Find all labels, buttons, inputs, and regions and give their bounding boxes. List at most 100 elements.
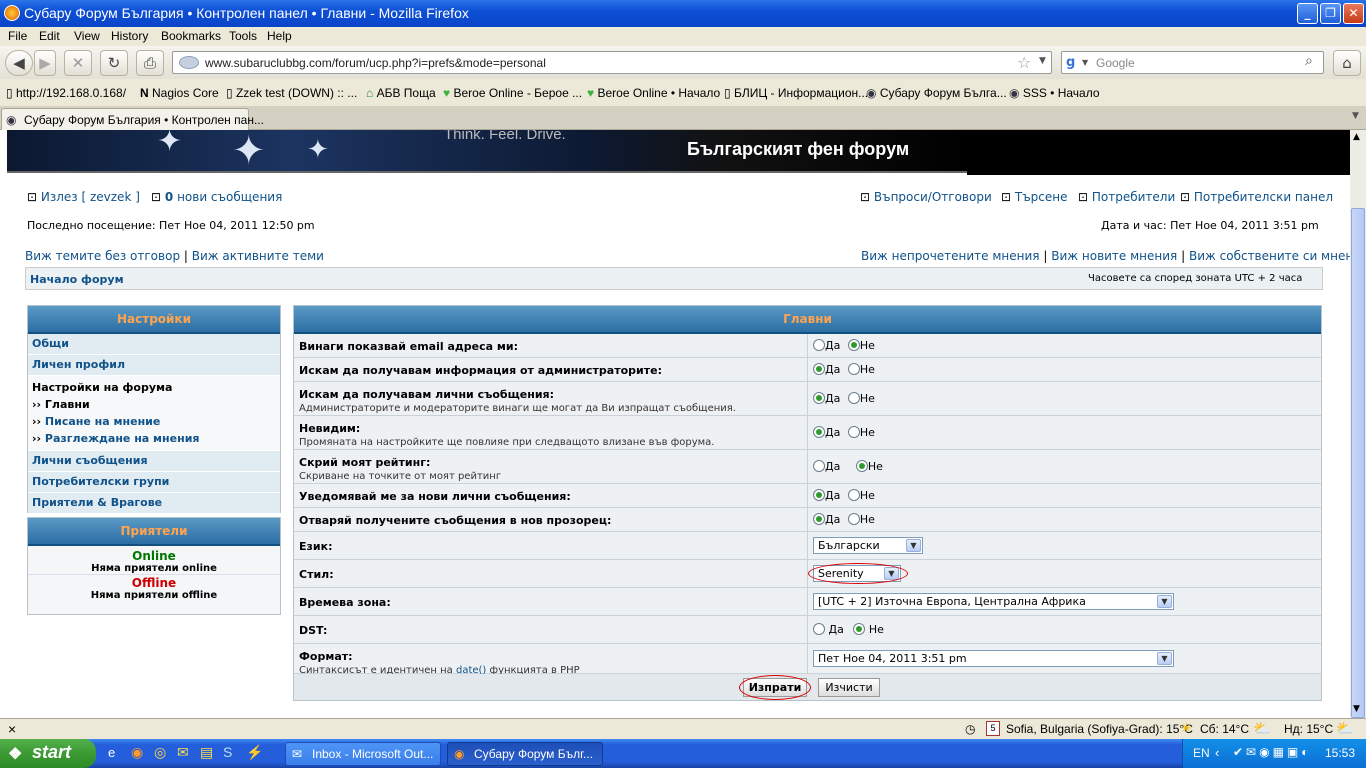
menu-tools[interactable]: Tools bbox=[229, 29, 257, 43]
menu-edit[interactable]: Edit bbox=[39, 29, 60, 43]
timezone-select[interactable]: [UTC + 2] Източна Европа, Централна Афри… bbox=[813, 593, 1174, 610]
language-indicator[interactable]: EN bbox=[1193, 746, 1210, 760]
sidebar-subitem-general[interactable]: ›› Главни bbox=[32, 396, 280, 413]
search-go-icon[interactable]: ⌕ bbox=[1305, 53, 1313, 69]
back-icon[interactable]: ◀ bbox=[5, 50, 33, 76]
sidebar-subitem-posting[interactable]: ›› Писане на мнение bbox=[32, 413, 280, 430]
minimize-button[interactable]: _ bbox=[1297, 3, 1318, 24]
menu-view[interactable]: View bbox=[74, 29, 100, 43]
radio-yes[interactable] bbox=[813, 339, 825, 351]
folder-icon[interactable]: ▤ bbox=[200, 744, 213, 761]
radio-yes[interactable] bbox=[813, 513, 825, 525]
menu-bookmarks[interactable]: Bookmarks bbox=[161, 29, 221, 43]
search-link[interactable]: ⊡ Търсене bbox=[1001, 190, 1068, 204]
sidebar-item-profile[interactable]: Личен профил bbox=[28, 355, 280, 376]
task-outlook[interactable]: ✉ Inbox - Microsoft Out... bbox=[285, 742, 441, 766]
bookmark-star-icon[interactable]: ☆ bbox=[1017, 53, 1031, 72]
tray-icons[interactable]: ✔✉◉▦▣◐ bbox=[1233, 745, 1312, 759]
skype-icon[interactable]: S bbox=[223, 744, 232, 760]
new-posts-link[interactable]: Виж новите мнения bbox=[1051, 249, 1177, 263]
start-button[interactable]: ❖ start bbox=[0, 739, 96, 768]
weather-sunday[interactable]: Нд: 15°C bbox=[1284, 722, 1333, 736]
url-bar[interactable]: www.subaruclubbg.com/forum/ucp.php?i=pre… bbox=[172, 51, 1052, 74]
media-icon[interactable]: ◎ bbox=[154, 744, 166, 761]
bookmark-item[interactable]: ♥ Beroe Online • Начало bbox=[587, 86, 720, 100]
search-bar[interactable]: g ▼ Google ⌕ bbox=[1061, 51, 1324, 74]
url-text[interactable]: www.subaruclubbg.com/forum/ucp.php?i=pre… bbox=[205, 56, 546, 70]
members-link[interactable]: ⊡ Потребители bbox=[1078, 190, 1175, 204]
active-topics-link[interactable]: Виж активните теми bbox=[192, 249, 324, 263]
page-scrollbar[interactable]: ▲ ▼ bbox=[1350, 130, 1366, 718]
url-dropdown-icon[interactable]: ▼ bbox=[1039, 56, 1046, 66]
ie-icon[interactable]: e bbox=[108, 745, 115, 760]
bookmark-item[interactable]: ♥ Beroe Online - Берое ... bbox=[443, 86, 582, 100]
stop-icon[interactable]: ✕ bbox=[64, 50, 92, 76]
tab-subaru-forum[interactable]: ◉ Субару Форум България • Контролен пан.… bbox=[1, 108, 264, 131]
bookmark-item[interactable]: ⌂ АБВ Поща bbox=[366, 86, 436, 100]
own-posts-link[interactable]: Виж собствените си мнения bbox=[1189, 249, 1350, 263]
radio-yes[interactable] bbox=[813, 489, 825, 501]
task-firefox[interactable]: ◉ Субару Форум Бълг... bbox=[447, 742, 603, 766]
forum-banner[interactable]: ✦ ✦ ✦ Think. Feel. Drive. Българският фе… bbox=[7, 130, 967, 174]
firefox-icon[interactable]: ◉ bbox=[131, 744, 143, 761]
print-icon[interactable]: ⎙ bbox=[136, 50, 164, 76]
radio-yes[interactable] bbox=[813, 623, 825, 635]
sidebar-item-board-prefs[interactable]: Настройки на форума bbox=[32, 379, 280, 396]
app-icon[interactable]: ⚡ bbox=[246, 744, 263, 761]
search-input[interactable]: Google bbox=[1096, 56, 1135, 70]
radio-no[interactable] bbox=[847, 339, 860, 351]
bookmark-item[interactable]: ▯ http://192.168.0.168/ bbox=[6, 86, 126, 100]
maximize-button[interactable]: ❐ bbox=[1320, 3, 1341, 24]
radio-no[interactable] bbox=[847, 363, 860, 375]
new-messages-link[interactable]: ⊡ 0 нови съобщения bbox=[151, 190, 282, 204]
radio-no[interactable] bbox=[847, 513, 860, 525]
radio-no[interactable] bbox=[847, 426, 860, 438]
reset-button[interactable]: Изчисти bbox=[818, 678, 880, 697]
weather-current[interactable]: Sofia, Bulgaria (Sofiya-Grad): 15°C bbox=[1006, 722, 1193, 736]
radio-yes[interactable] bbox=[813, 392, 825, 404]
menu-file[interactable]: File bbox=[8, 29, 27, 43]
menu-history[interactable]: History bbox=[111, 29, 148, 43]
tray-expand-icon[interactable]: ‹ bbox=[1215, 745, 1219, 760]
forum-index-link[interactable]: Начало форум bbox=[30, 273, 124, 286]
radio-no[interactable] bbox=[847, 392, 860, 404]
bookmark-item[interactable]: N Nagios Core bbox=[140, 86, 219, 100]
engine-dropdown-icon[interactable]: ▼ bbox=[1082, 58, 1088, 67]
reload-icon[interactable]: ↻ bbox=[100, 50, 128, 76]
radio-no[interactable] bbox=[847, 489, 860, 501]
close-button[interactable]: ✕ bbox=[1343, 3, 1364, 24]
clock[interactable]: 15:53 bbox=[1325, 746, 1355, 760]
scroll-down-icon[interactable]: ▼ bbox=[1353, 704, 1360, 714]
home-icon[interactable]: ⌂ bbox=[1333, 50, 1361, 76]
sidebar-item-pm[interactable]: Лични съобщения bbox=[28, 451, 280, 472]
scroll-up-icon[interactable]: ▲ bbox=[1353, 132, 1360, 142]
tab-list-icon[interactable]: ▼ bbox=[1352, 111, 1359, 121]
forward-icon[interactable]: ▶ bbox=[34, 50, 56, 76]
google-engine-icon[interactable]: g bbox=[1066, 55, 1075, 70]
outlook-icon[interactable]: ✉ bbox=[177, 744, 189, 761]
bookmark-item[interactable]: ◉ SSS • Начало bbox=[1009, 86, 1100, 100]
radio-yes[interactable] bbox=[813, 426, 825, 438]
faq-link[interactable]: ⊡ Въпроси/Отговори bbox=[860, 190, 992, 204]
sidebar-item-groups[interactable]: Потребителски групи bbox=[28, 472, 280, 493]
unread-link[interactable]: Виж непрочетените мнения bbox=[861, 249, 1040, 263]
scrollbar-thumb[interactable] bbox=[1351, 208, 1365, 718]
radio-yes[interactable] bbox=[813, 460, 825, 472]
language-select[interactable]: Български ▼ bbox=[813, 537, 923, 554]
radio-no[interactable] bbox=[853, 623, 866, 635]
site-identity-icon[interactable] bbox=[179, 56, 199, 69]
bookmark-item[interactable]: ▯ Zzek test (DOWN) :: ... bbox=[226, 86, 357, 100]
sidebar-item-general[interactable]: Общи bbox=[28, 334, 280, 355]
weather-saturday[interactable]: Сб: 14°C bbox=[1200, 722, 1249, 736]
sidebar-item-friends-foes[interactable]: Приятели & Врагове bbox=[28, 493, 280, 514]
radio-no[interactable] bbox=[855, 460, 868, 472]
date-format-select[interactable]: Пет Ное 04, 2011 3:51 pm ▼ bbox=[813, 650, 1174, 667]
bookmark-item[interactable]: ▯ БЛИЦ - Информацион... bbox=[724, 86, 868, 100]
window-titlebar[interactable]: Субару Форум България • Контролен панел … bbox=[0, 0, 1366, 27]
ucp-link[interactable]: ⊡ Потребителски панел bbox=[1180, 190, 1333, 204]
logout-link[interactable]: ⊡ Излез [ zevzek ] bbox=[27, 190, 140, 204]
close-findbar-icon[interactable]: × bbox=[8, 721, 16, 737]
sidebar-subitem-viewing[interactable]: ›› Разглеждане на мнения bbox=[32, 430, 280, 447]
radio-yes[interactable] bbox=[813, 363, 825, 375]
unanswered-link[interactable]: Виж темите без отговор bbox=[25, 249, 180, 263]
